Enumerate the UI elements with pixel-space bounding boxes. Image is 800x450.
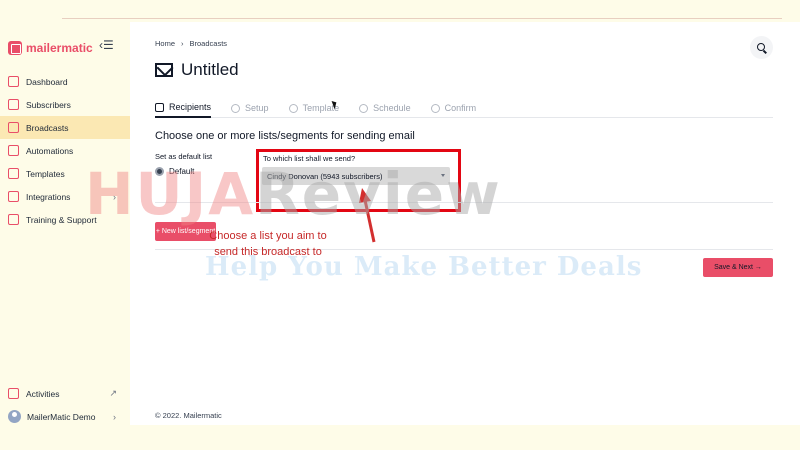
watermark-red: HUJA — [85, 160, 256, 228]
watermark-grey: Review — [255, 160, 502, 228]
watermark-main: HUJAReview — [85, 160, 502, 228]
watermark-sub: Help You Make Better Deals — [205, 252, 643, 282]
bottom-strip — [0, 425, 800, 450]
